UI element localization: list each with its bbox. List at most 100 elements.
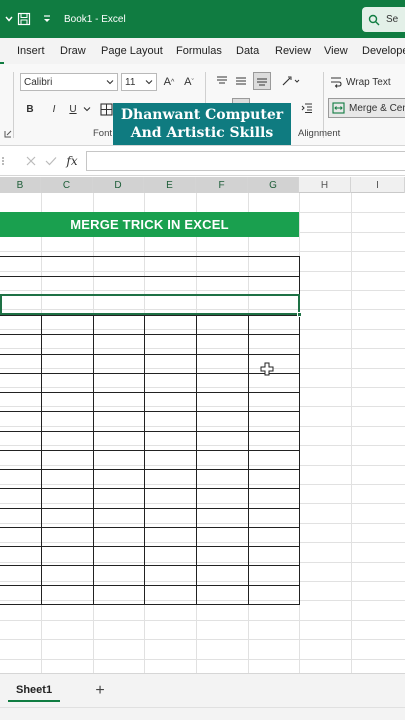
- table-border-horizontal: [0, 469, 299, 470]
- search-box[interactable]: Se: [362, 7, 405, 32]
- font-size-value: 11: [125, 76, 136, 88]
- gridline-horizontal: [0, 406, 405, 407]
- alignment-group-label: Alignment: [298, 128, 341, 139]
- gridline-horizontal: [0, 542, 405, 543]
- table-border-horizontal: [0, 527, 299, 528]
- column-header-c[interactable]: C: [41, 177, 93, 193]
- table-border-horizontal: [0, 411, 299, 412]
- status-bar: [0, 707, 405, 720]
- table-border-horizontal: [0, 354, 299, 355]
- gridline-horizontal: [0, 368, 405, 369]
- merge-center-label: Merge & Cent: [349, 102, 405, 114]
- selected-range[interactable]: [0, 294, 300, 315]
- table-border-horizontal: [0, 373, 299, 374]
- align-top-icon[interactable]: [214, 73, 230, 89]
- chevron-down-icon[interactable]: [82, 100, 92, 118]
- worksheet-grid[interactable]: MERGE TRICK IN EXCEL: [0, 193, 405, 673]
- gridline-horizontal: [0, 251, 405, 252]
- sheet-tab-sheet1[interactable]: Sheet1: [8, 680, 61, 702]
- gridline-horizontal: [0, 387, 405, 388]
- cell-cursor-icon: [260, 362, 274, 376]
- merge-center-button[interactable]: Merge & Cent: [328, 98, 405, 118]
- tab-page-layout[interactable]: Page Layout: [101, 38, 163, 64]
- merged-title-cell[interactable]: MERGE TRICK IN EXCEL: [0, 212, 299, 237]
- banner-line-2: And Artistic Skills: [130, 125, 274, 141]
- orientation-icon[interactable]: [278, 73, 304, 89]
- borders-icon[interactable]: [98, 100, 114, 118]
- tab-review[interactable]: Review: [275, 38, 311, 64]
- table-border-horizontal: [0, 256, 299, 257]
- italic-button[interactable]: I: [46, 100, 62, 118]
- column-header-d[interactable]: D: [93, 177, 144, 193]
- tab-draw[interactable]: Draw: [60, 38, 86, 64]
- column-header-i[interactable]: I: [351, 177, 405, 193]
- gridline-horizontal: [0, 348, 405, 349]
- group-separator: [13, 72, 14, 138]
- chevron-down-icon: [145, 80, 153, 85]
- gridline-horizontal: [0, 659, 405, 660]
- gridline-horizontal: [0, 290, 405, 291]
- banner-line-1: Dhanwant Computer: [120, 107, 284, 123]
- ribbon-tabs: Insert Draw Page Layout Formulas Data Re…: [0, 38, 405, 64]
- table-border-horizontal: [0, 392, 299, 393]
- tab-data[interactable]: Data: [236, 38, 259, 64]
- column-header-g[interactable]: G: [248, 177, 299, 193]
- shrink-font-button[interactable]: Aˇ: [180, 73, 198, 91]
- table-border-horizontal: [0, 604, 299, 605]
- wrap-text-button[interactable]: Wrap Text: [330, 73, 391, 91]
- formula-input[interactable]: [86, 151, 405, 171]
- table-border-vertical: [41, 315, 42, 605]
- table-border-horizontal: [0, 450, 299, 451]
- gridline-horizontal: [0, 503, 405, 504]
- table-border-horizontal: [0, 508, 299, 509]
- name-box-handle-icon[interactable]: [0, 154, 6, 168]
- cancel-icon[interactable]: [24, 153, 38, 169]
- grow-font-button[interactable]: A ^: [160, 73, 178, 91]
- column-header-f[interactable]: F: [196, 177, 248, 193]
- font-name-value: Calibri: [24, 76, 53, 88]
- table-border-vertical: [196, 315, 197, 605]
- table-border-horizontal: [0, 431, 299, 432]
- dialog-launcher-icon[interactable]: [3, 128, 13, 140]
- column-header-b[interactable]: B: [0, 177, 41, 193]
- table-border-vertical: [144, 315, 145, 605]
- formula-bar: fx: [0, 146, 405, 176]
- add-sheet-icon[interactable]: +: [90, 680, 110, 702]
- tab-insert[interactable]: Insert: [17, 38, 45, 64]
- align-middle-icon[interactable]: [233, 73, 249, 89]
- save-icon[interactable]: [17, 0, 31, 38]
- gridline-horizontal: [0, 465, 405, 466]
- gridline-horizontal: [0, 484, 405, 485]
- column-header-e[interactable]: E: [144, 177, 196, 193]
- font-size-combo[interactable]: 11: [121, 73, 157, 91]
- gridline-horizontal: [0, 600, 405, 601]
- tab-formulas[interactable]: Formulas: [176, 38, 222, 64]
- bold-button[interactable]: B: [22, 100, 38, 118]
- tab-view[interactable]: View: [324, 38, 348, 64]
- gridline-horizontal: [0, 329, 405, 330]
- chevron-down-icon: [106, 80, 114, 85]
- table-border-vertical: [248, 315, 249, 605]
- column-header-h[interactable]: H: [299, 177, 351, 193]
- tab-developer[interactable]: Develope: [362, 38, 405, 64]
- underline-button[interactable]: U: [66, 100, 80, 118]
- indent-icon[interactable]: [299, 100, 315, 116]
- title-bar: Book1 - Excel Se: [0, 0, 405, 38]
- watermark-banner: Dhanwant Computer And Artistic Skills: [113, 103, 291, 145]
- chevron-down-icon[interactable]: [4, 0, 14, 38]
- gridline-vertical: [351, 193, 352, 673]
- fill-handle[interactable]: [297, 312, 302, 317]
- customize-qat-icon[interactable]: [42, 0, 52, 38]
- insert-function-button[interactable]: fx: [63, 152, 81, 170]
- enter-icon[interactable]: [44, 153, 58, 169]
- column-headers: B C D E F G H I: [0, 177, 405, 193]
- align-bottom-icon[interactable]: [253, 72, 271, 90]
- tab-home-partial[interactable]: [0, 38, 4, 64]
- gridline-horizontal: [0, 271, 405, 272]
- gridline-horizontal: [0, 562, 405, 563]
- search-icon: [368, 14, 380, 25]
- merge-cells-icon: [332, 102, 345, 114]
- font-name-combo[interactable]: Calibri: [20, 73, 118, 91]
- gridline-horizontal: [0, 581, 405, 582]
- table-border-vertical: [93, 315, 94, 605]
